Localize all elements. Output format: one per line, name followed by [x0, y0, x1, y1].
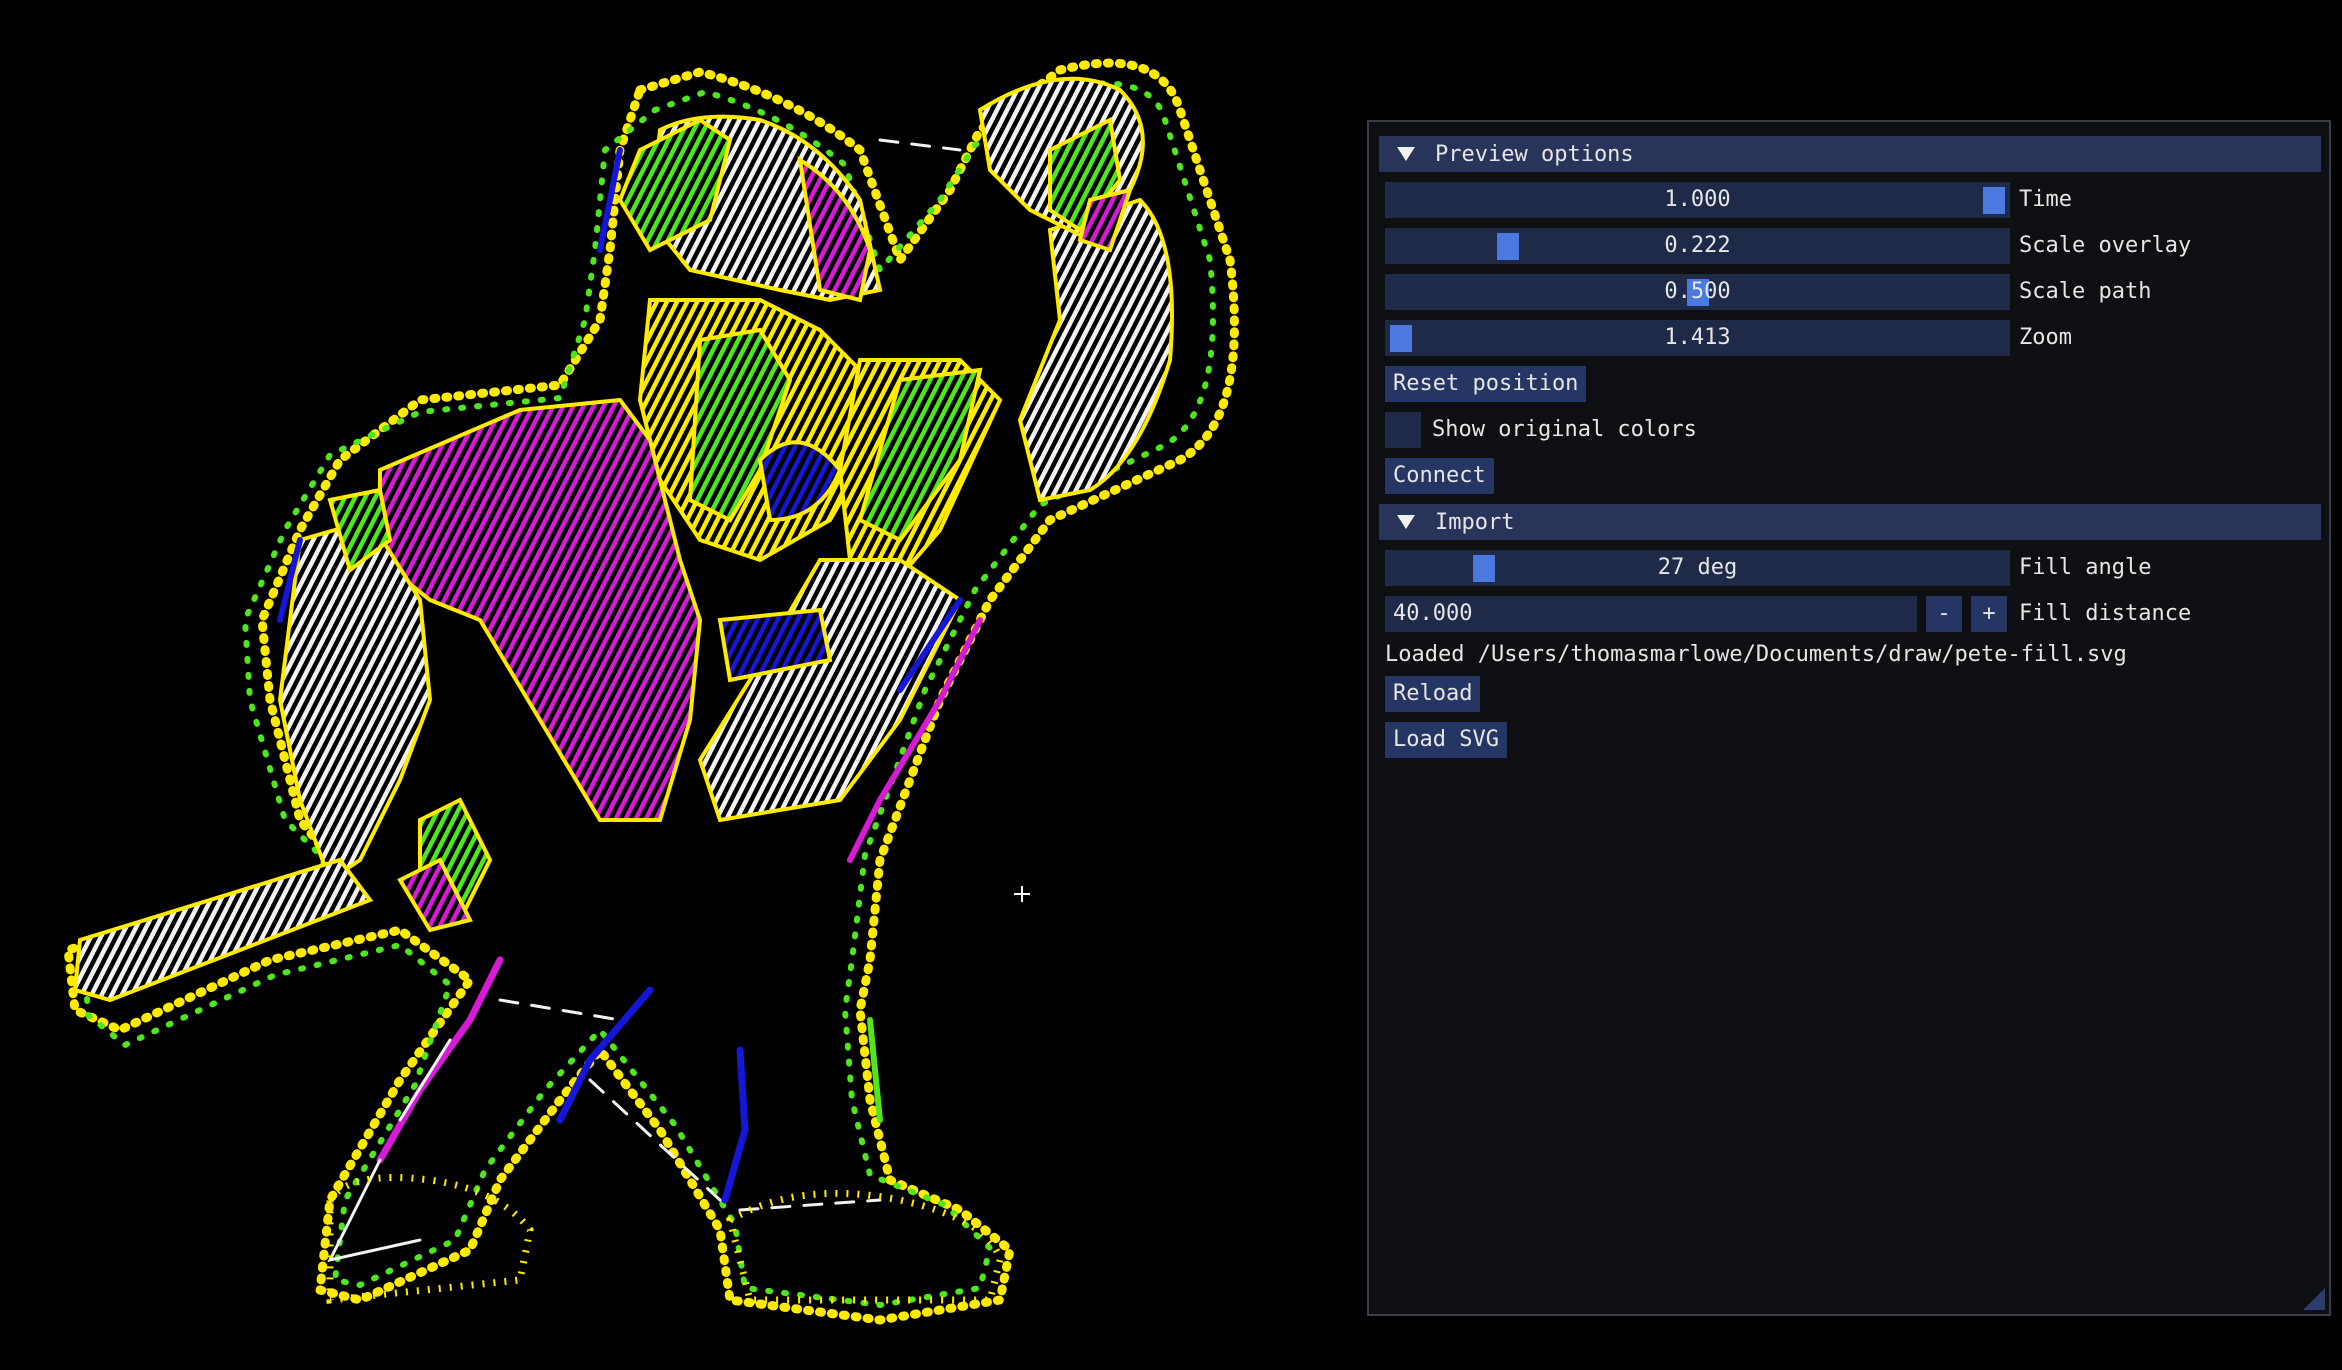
scale-path-label: Scale path: [2019, 279, 2152, 304]
collapse-triangle-icon: [1397, 515, 1415, 529]
preview-options-title: Preview options: [1435, 141, 1634, 167]
loaded-file-text: Loaded /Users/thomasmarlowe/Documents/dr…: [1385, 642, 2127, 667]
fill-angle-slider-value: 27 deg: [1657, 555, 1738, 580]
load-svg-button[interactable]: Load SVG: [1385, 722, 1507, 758]
zoom-slider-value: 1.413: [1664, 325, 1731, 350]
import-header[interactable]: Import: [1379, 504, 2321, 540]
show-original-colors-checkbox[interactable]: [1385, 412, 1421, 448]
show-original-colors-label: Show original colors: [1432, 417, 1697, 442]
reload-button[interactable]: Reload: [1385, 676, 1481, 712]
reset-position-button[interactable]: Reset position: [1385, 366, 1587, 402]
fill-angle-slider[interactable]: 27 deg: [1385, 550, 2010, 586]
collapse-triangle-icon: [1397, 147, 1415, 161]
time-slider-value: 1.000: [1664, 187, 1731, 212]
feet: [326, 1174, 1004, 1304]
time-label: Time: [2019, 187, 2072, 212]
connect-button[interactable]: Connect: [1385, 458, 1494, 494]
preview-options-header[interactable]: Preview options: [1379, 136, 2321, 172]
scale-overlay-slider-value: 0.222: [1664, 233, 1731, 258]
scale-path-slider-value: 0.500: [1664, 279, 1731, 304]
scale-overlay-label: Scale overlay: [2019, 233, 2192, 258]
resize-grip-icon[interactable]: [2303, 1288, 2325, 1310]
settings-panel: Preview options 1.000 Time 0.222 Scale o…: [1367, 120, 2331, 1316]
zoom-slider[interactable]: 1.413: [1385, 320, 2010, 356]
time-slider[interactable]: 1.000: [1385, 182, 2010, 218]
fill-angle-label: Fill angle: [2019, 555, 2152, 580]
hatched-regions: [72, 76, 1174, 1003]
plot-preview-canvas[interactable]: [0, 0, 1360, 1370]
zoom-label: Zoom: [2019, 325, 2072, 350]
fill-distance-increment-button[interactable]: +: [1971, 596, 2007, 632]
scale-path-slider[interactable]: 0.500: [1385, 274, 2010, 310]
fill-distance-label: Fill distance: [2019, 601, 2192, 626]
crosshair-cursor-icon: [1014, 886, 1030, 902]
fill-distance-decrement-button[interactable]: -: [1926, 596, 1962, 632]
scale-overlay-slider[interactable]: 0.222: [1385, 228, 2010, 264]
import-title: Import: [1435, 509, 1515, 535]
fill-distance-input[interactable]: 40.000: [1385, 596, 1917, 632]
